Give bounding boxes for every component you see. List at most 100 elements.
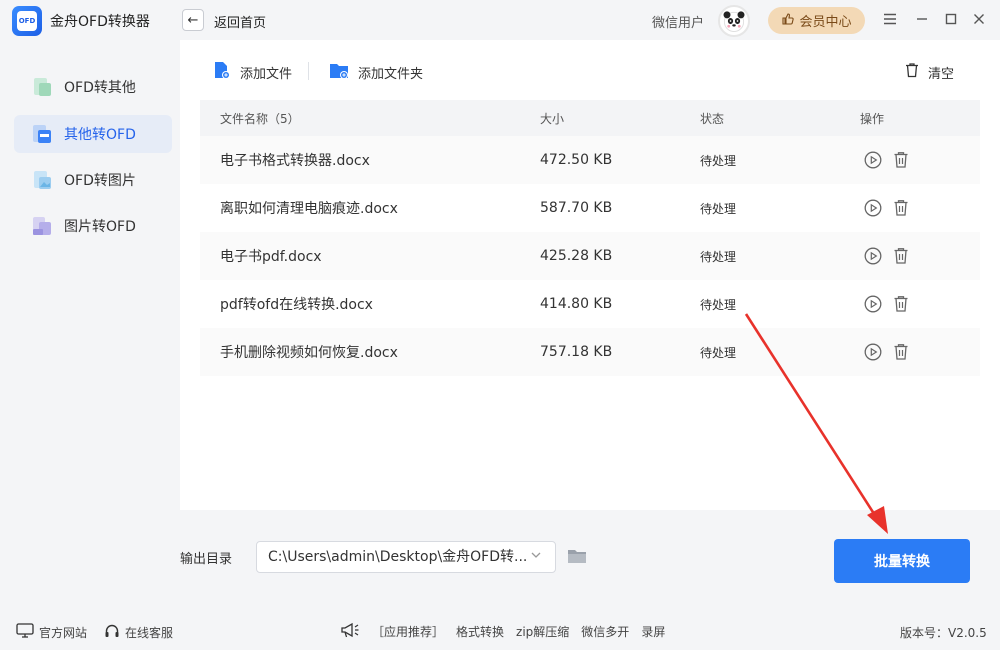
back-label[interactable]: 返回首页 <box>214 12 266 31</box>
delete-icon[interactable] <box>892 199 910 217</box>
title-bar: OFD 金舟OFD转换器 ← 返回首页 微信用户 会员中心 <box>0 0 1000 40</box>
header-size: 大小 <box>540 111 565 126</box>
output-dir-label: 输出目录 <box>180 552 233 567</box>
delete-icon[interactable] <box>892 151 910 169</box>
play-icon[interactable] <box>864 151 882 169</box>
clear-label: 清空 <box>928 66 955 82</box>
row-actions <box>864 151 910 169</box>
add-folder-icon <box>328 60 350 84</box>
delete-icon[interactable] <box>892 343 910 361</box>
file-size: 414.80 KB <box>540 296 613 312</box>
sidebar-item-ofd-to-image[interactable]: OFD转图片 <box>14 161 172 199</box>
add-file-label: 添加文件 <box>240 66 293 82</box>
browse-folder-icon[interactable] <box>566 545 588 567</box>
row-actions <box>864 199 910 217</box>
file-status: 待处理 <box>700 201 737 216</box>
file-table: 文件名称（5） 大小 状态 操作 电子书格式转换器.docx 472.50 KB 待… <box>200 100 980 376</box>
table-row: 电子书pdf.docx 425.28 KB 待处理 <box>200 232 980 280</box>
table-row: 电子书格式转换器.docx 472.50 KB 待处理 <box>200 136 980 184</box>
file-status: 待处理 <box>700 249 737 264</box>
app-logo-text: OFD <box>17 11 37 31</box>
sidebar-item-ofd-to-other[interactable]: OFD转其他 <box>14 68 172 106</box>
back-button[interactable]: ← <box>182 9 204 31</box>
file-size: 425.28 KB <box>540 248 613 264</box>
image-icon <box>30 168 54 192</box>
sidebar-item-image-to-ofd[interactable]: 图片转OFD <box>14 207 172 245</box>
row-actions <box>864 247 910 265</box>
link-zip[interactable]: zip解压缩 <box>516 623 569 640</box>
row-actions <box>864 295 910 313</box>
sidebar-item-label: 其他转OFD <box>64 127 136 143</box>
play-icon[interactable] <box>864 199 882 217</box>
megaphone-icon <box>340 621 360 642</box>
table-row: pdf转ofd在线转换.docx 414.80 KB 待处理 <box>200 280 980 328</box>
file-status: 待处理 <box>700 153 737 168</box>
delete-icon[interactable] <box>892 247 910 265</box>
delete-icon[interactable] <box>892 295 910 313</box>
play-icon[interactable] <box>864 295 882 313</box>
row-actions <box>864 343 910 361</box>
main-panel: 添加文件 添加文件夹 清空 文件名称（5） 大小 状态 操作 电子书格式转换器.… <box>180 40 1000 510</box>
add-folder-button[interactable]: 添加文件夹 <box>328 62 423 82</box>
add-folder-label: 添加文件夹 <box>358 66 424 82</box>
sidebar: OFD转其他 其他转OFD OFD转图片 图片转OFD <box>0 40 180 600</box>
sidebar-item-label: OFD转其他 <box>64 80 136 96</box>
file-name: 手机删除视频如何恢复.docx <box>220 345 398 361</box>
file-status: 待处理 <box>700 345 737 360</box>
table-row: 手机删除视频如何恢复.docx 757.18 KB 待处理 <box>200 328 980 376</box>
file-status: 待处理 <box>700 297 737 312</box>
minimize-icon[interactable] <box>912 9 932 29</box>
header-ops: 操作 <box>860 111 885 126</box>
app-logo: OFD <box>12 6 42 36</box>
file-name: 电子书pdf.docx <box>220 249 322 265</box>
image-to-ofd-icon <box>30 214 54 238</box>
footer: 官方网站 在线客服 ［应用推荐］ 格式转换 zip解压缩 微信多开 录屏 版本号… <box>0 612 1000 648</box>
trash-icon <box>904 62 920 82</box>
app-title: 金舟OFD转换器 <box>50 14 150 30</box>
recommend-label: ［应用推荐］ <box>372 625 445 639</box>
file-name: 离职如何清理电脑痕迹.docx <box>220 201 398 217</box>
maximize-icon[interactable] <box>941 9 961 29</box>
chevron-down-icon[interactable] <box>530 549 544 563</box>
app-recommend-bar: ［应用推荐］ 格式转换 zip解压缩 微信多开 录屏 <box>340 621 665 642</box>
arrow-left-icon: ← <box>187 12 199 28</box>
user-name[interactable]: 微信用户 <box>652 12 704 31</box>
monitor-icon <box>16 623 34 641</box>
sidebar-item-label: 图片转OFD <box>64 219 136 235</box>
link-wechat-multi[interactable]: 微信多开 <box>581 623 629 640</box>
header-status: 状态 <box>700 111 725 126</box>
panda-avatar-icon <box>723 11 745 32</box>
file-name: 电子书格式转换器.docx <box>220 153 370 169</box>
online-service-label: 在线客服 <box>125 626 174 640</box>
version-label: 版本号：V2.0.5 <box>900 626 987 640</box>
clear-button[interactable]: 清空 <box>904 62 954 82</box>
online-service-link[interactable]: 在线客服 <box>104 623 173 642</box>
vip-center-button[interactable]: 会员中心 <box>768 7 865 34</box>
thumbs-up-icon <box>781 12 795 30</box>
file-size: 472.50 KB <box>540 152 613 168</box>
avatar[interactable] <box>718 5 750 37</box>
file-size: 587.70 KB <box>540 200 613 216</box>
add-file-icon <box>212 60 232 84</box>
add-file-button[interactable]: 添加文件 <box>212 62 292 82</box>
batch-convert-button[interactable]: 批量转换 <box>834 539 970 583</box>
file-size: 757.18 KB <box>540 344 613 360</box>
vip-center-label: 会员中心 <box>799 15 852 30</box>
official-site-label: 官方网站 <box>39 625 88 640</box>
close-icon[interactable] <box>969 9 989 29</box>
menu-icon[interactable] <box>880 9 900 29</box>
table-header: 文件名称（5） 大小 状态 操作 <box>200 100 980 136</box>
play-icon[interactable] <box>864 247 882 265</box>
output-path-select[interactable]: C:\Users\admin\Desktop\金舟OFD转... <box>256 541 556 573</box>
header-filename: 文件名称（5） <box>220 111 300 126</box>
ofd-import-icon <box>30 122 54 146</box>
toolbar-divider <box>308 62 309 80</box>
sidebar-item-other-to-ofd[interactable]: 其他转OFD <box>14 115 172 153</box>
link-screen-record[interactable]: 录屏 <box>641 623 665 640</box>
play-icon[interactable] <box>864 343 882 361</box>
sidebar-item-label: OFD转图片 <box>64 173 136 189</box>
file-name: pdf转ofd在线转换.docx <box>220 297 373 313</box>
headset-icon <box>104 623 120 642</box>
official-site-link[interactable]: 官方网站 <box>16 623 87 641</box>
link-format-convert[interactable]: 格式转换 <box>456 623 504 640</box>
